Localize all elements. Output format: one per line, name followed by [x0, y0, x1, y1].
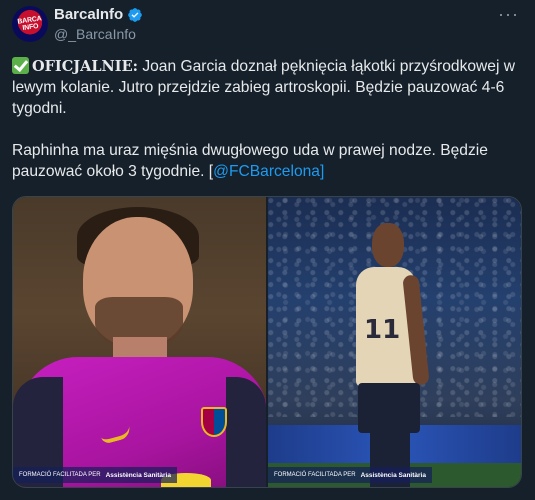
left-caption-small: FORMACIÓ FACILITADA PER: [19, 472, 101, 478]
left-caption-sponsor: Assistència Sanitària: [105, 471, 171, 479]
verified-badge-icon: [128, 7, 143, 22]
check-mark-icon: [12, 57, 29, 74]
tweet-paragraph-1: OFICJALNIE: Joan Garcia doznał pęknięcia…: [12, 56, 517, 119]
shirt-number: 11: [364, 315, 401, 345]
fcb-crest-icon: [201, 407, 227, 437]
right-caption-small: FORMACIÓ FACILITADA PER: [274, 472, 356, 478]
photo-player-shorts: [358, 383, 420, 433]
bracket-close: ]: [319, 163, 325, 180]
photo-raphinha[interactable]: 11 FORMACIÓ FACILITADA PER Assistència S…: [268, 197, 521, 487]
photo-joan-garcia[interactable]: FORMACIÓ FACILITADA PER Assistència Sani…: [13, 197, 266, 487]
author-name-row: BarcaInfo: [54, 6, 143, 23]
mention-link[interactable]: @FCBarcelona: [213, 163, 320, 180]
official-label: OFICJALNIE:: [32, 58, 138, 75]
avatar[interactable]: BARCA INFO: [12, 6, 48, 42]
right-sponsor-caption: FORMACIÓ FACILITADA PER Assistència Sani…: [268, 467, 432, 483]
tweet[interactable]: BARCA INFO BarcaInfo @_BarcaInfo ··· OFI…: [0, 0, 535, 500]
photo-player-head: [372, 223, 404, 267]
photo-sleeve-right: [226, 377, 266, 487]
handle[interactable]: @_BarcaInfo: [54, 26, 136, 42]
tweet-paragraph-2: Raphinha ma uraz mięśnia dwugłowego uda …: [12, 140, 517, 182]
display-name[interactable]: BarcaInfo: [54, 6, 123, 23]
left-sponsor-caption: FORMACIÓ FACILITADA PER Assistència Sani…: [13, 467, 177, 483]
media-gallery[interactable]: FORMACIÓ FACILITADA PER Assistència Sani…: [12, 196, 522, 488]
avatar-text: BARCA INFO: [17, 15, 43, 33]
more-options-icon[interactable]: ···: [498, 4, 519, 25]
right-caption-sponsor: Assistència Sanitària: [360, 471, 426, 479]
tweet-text: OFICJALNIE: Joan Garcia doznał pęknięcia…: [12, 56, 517, 182]
